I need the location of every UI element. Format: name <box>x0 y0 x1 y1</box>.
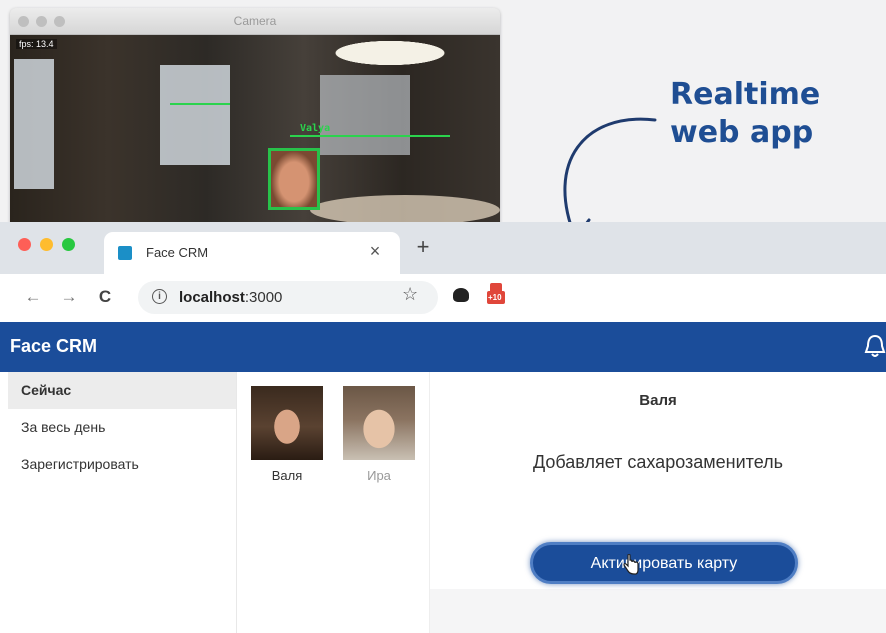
back-button[interactable]: ← <box>22 286 44 308</box>
detail-preference-text: Добавляет сахарозаменитель <box>533 452 783 472</box>
camera-scene-window <box>14 59 54 189</box>
people-list: Валя Ира <box>244 372 430 633</box>
sidebar-item-register[interactable]: Зарегистрировать <box>8 446 236 483</box>
camera-scene-window <box>320 75 410 155</box>
bookmark-star-icon[interactable]: ☆ <box>402 284 418 305</box>
extension-badge-lid <box>490 283 502 291</box>
camera-video-feed: fps: 13.4 Valya <box>10 35 500 224</box>
camera-scene-table <box>310 195 500 224</box>
detail-person-name: Валя <box>639 392 677 409</box>
detection-line <box>290 135 450 137</box>
close-window-button[interactable] <box>18 238 31 251</box>
annotation-text: Realtime web app <box>670 76 820 152</box>
url-host: localhost <box>179 289 245 306</box>
notifications-bell-icon[interactable] <box>864 334 886 358</box>
annotation-line-1: Realtime <box>670 77 821 112</box>
url-text: localhost:3000 <box>179 289 282 306</box>
person-name: Ира <box>367 468 391 483</box>
browser-toolbar: ← → C i localhost:3000 ☆ +10 <box>0 274 886 323</box>
extension-badge-count: +10 <box>488 293 502 302</box>
window-controls <box>18 238 75 251</box>
zoom-window-button[interactable] <box>62 238 75 251</box>
new-tab-button[interactable]: + <box>412 236 434 258</box>
camera-titlebar: Camera <box>10 8 500 35</box>
reload-button[interactable]: C <box>94 286 116 308</box>
sidebar: Сейчас За весь день Зарегистрировать <box>8 372 237 633</box>
tab-face-crm[interactable]: Face CRM × <box>104 232 400 274</box>
detail-footer <box>430 589 886 633</box>
person-photo <box>343 386 415 460</box>
tab-title: Face CRM <box>146 245 209 260</box>
camera-window: Camera fps: 13.4 Valya <box>10 8 500 224</box>
camera-title: Camera <box>233 14 277 28</box>
sidebar-item-now[interactable]: Сейчас <box>8 372 236 409</box>
favicon-icon <box>118 246 132 260</box>
camera-scene-window <box>160 65 230 165</box>
hand-cursor-icon <box>623 554 639 575</box>
detection-line <box>170 103 230 105</box>
extension-badge-icon[interactable]: +10 <box>487 283 505 305</box>
address-bar[interactable]: i localhost:3000 <box>138 281 438 314</box>
minimize-window-button[interactable] <box>40 238 53 251</box>
tab-strip: Face CRM × + <box>0 222 886 274</box>
extension-icon[interactable] <box>453 288 469 302</box>
face-detection-box <box>268 148 320 210</box>
annotation-line-2: web app <box>670 115 814 150</box>
info-icon[interactable]: i <box>152 289 167 304</box>
person-photo <box>251 386 323 460</box>
sidebar-item-whole-day[interactable]: За весь день <box>8 409 236 446</box>
detection-label: Valya <box>300 123 331 134</box>
app-title: Face CRM <box>10 336 98 356</box>
forward-button[interactable]: → <box>58 286 80 308</box>
person-name: Валя <box>271 468 303 483</box>
app-header: Face CRM <box>0 322 886 372</box>
camera-fps-readout: fps: 13.4 <box>16 39 57 49</box>
close-tab-icon[interactable]: × <box>364 240 386 262</box>
person-card-valya[interactable]: Валя <box>248 386 326 483</box>
url-port: :3000 <box>244 289 283 306</box>
person-detail-panel: Валя Добавляет сахарозаменитель Активиро… <box>430 372 886 633</box>
activate-card-button[interactable]: Активировать карту <box>530 542 798 584</box>
person-card-ira[interactable]: Ира <box>340 386 418 483</box>
browser-window: Face CRM × + ← → C i localhost:3000 ☆ +1… <box>0 222 886 633</box>
